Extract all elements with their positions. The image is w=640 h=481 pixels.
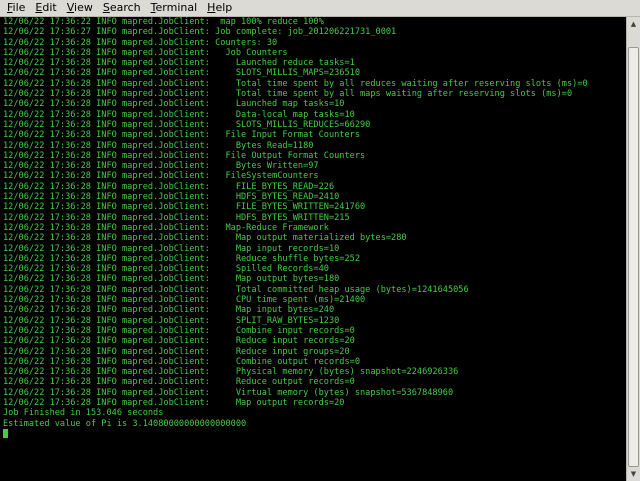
menu-file[interactable]: File — [2, 0, 30, 16]
menu-edit[interactable]: Edit — [30, 0, 61, 16]
terminal-line: 12/06/22 17:36:28 INFO mapred.JobClient:… — [3, 58, 355, 69]
terminal-window: File Edit View Search Terminal Help 12/0… — [0, 0, 640, 481]
terminal-line: 12/06/22 17:36:28 INFO mapred.JobClient:… — [3, 89, 573, 100]
terminal-line: 12/06/22 17:36:28 INFO mapred.JobClient:… — [3, 130, 360, 141]
terminal-line: 12/06/22 17:36:28 INFO mapred.JobClient:… — [3, 192, 340, 203]
menu-help[interactable]: Help — [202, 0, 237, 16]
terminal-line: 12/06/22 17:36:28 INFO mapred.JobClient:… — [3, 315, 340, 326]
scroll-down-arrow-icon[interactable]: ▼ — [627, 467, 640, 481]
vertical-scrollbar[interactable]: ▲ ▼ — [626, 17, 640, 481]
terminal-line: 12/06/22 17:36:28 INFO mapred.JobClient:… — [3, 274, 340, 285]
terminal-line: Job Finished in 153.046 seconds — [3, 408, 164, 419]
scrollbar-thumb[interactable] — [628, 47, 639, 467]
terminal-line: 12/06/22 17:36:28 INFO mapred.JobClient:… — [3, 161, 319, 172]
terminal-line: 12/06/22 17:36:28 INFO mapred.JobClient:… — [3, 367, 459, 378]
terminal-line: 12/06/22 17:36:28 INFO mapred.JobClient:… — [3, 109, 355, 120]
terminal-output[interactable]: 12/06/22 17:36:22 INFO mapred.JobClient:… — [0, 17, 626, 481]
terminal-line: 12/06/22 17:36:28 INFO mapred.JobClient:… — [3, 325, 355, 336]
terminal-line: 12/06/22 17:36:28 INFO mapred.JobClient:… — [3, 150, 366, 161]
menu-terminal[interactable]: Terminal — [146, 0, 203, 16]
terminal-line: 12/06/22 17:36:28 INFO mapred.JobClient:… — [3, 212, 350, 223]
terminal-line: Estimated value of Pi is 3.1408000000000… — [3, 418, 247, 429]
terminal-line: 12/06/22 17:36:28 INFO mapred.JobClient:… — [3, 387, 454, 398]
menu-search-mnemonic: S — [102, 1, 110, 14]
terminal-line: 12/06/22 17:36:28 INFO mapred.JobClient:… — [3, 202, 366, 213]
terminal-line: 12/06/22 17:36:28 INFO mapred.JobClient:… — [3, 305, 335, 316]
terminal-line: 12/06/22 17:36:28 INFO mapred.JobClient:… — [3, 253, 360, 264]
menu-search[interactable]: Search — [98, 0, 146, 16]
terminal-line: 12/06/22 17:36:28 INFO mapred.JobClient:… — [3, 222, 329, 233]
terminal-line: 12/06/22 17:36:28 INFO mapred.JobClient:… — [3, 78, 588, 89]
menu-view-mnemonic: V — [66, 1, 75, 14]
terminal-line: 12/06/22 17:36:28 INFO mapred.JobClient:… — [3, 243, 340, 254]
terminal-line: 12/06/22 17:36:28 INFO mapred.JobClient:… — [3, 181, 335, 192]
terminal-line: 12/06/22 17:36:28 INFO mapred.JobClient:… — [3, 119, 371, 130]
terminal-line: 12/06/22 17:36:28 INFO mapred.JobClient:… — [3, 233, 407, 244]
terminal-line: 12/06/22 17:36:28 INFO mapred.JobClient:… — [3, 377, 355, 388]
terminal-line: 12/06/22 17:36:22 INFO mapred.JobClient:… — [3, 17, 324, 27]
menu-view-label: iew — [74, 1, 93, 14]
terminal-line: 12/06/22 17:36:28 INFO mapred.JobClient:… — [3, 140, 314, 151]
menu-edit-label: dit — [42, 1, 57, 14]
menu-file-label: ile — [12, 1, 26, 14]
menubar: File Edit View Search Terminal Help — [0, 0, 640, 17]
menu-search-label: earch — [109, 1, 141, 14]
terminal-line: 12/06/22 17:36:28 INFO mapred.JobClient:… — [3, 295, 366, 306]
terminal-line: 12/06/22 17:36:28 INFO mapred.JobClient:… — [3, 284, 469, 295]
menu-help-label: elp — [215, 1, 233, 14]
scroll-up-arrow-icon[interactable]: ▲ — [627, 17, 640, 31]
terminal-line: 12/06/22 17:36:28 INFO mapred.JobClient:… — [3, 346, 350, 357]
menu-terminal-label: erminal — [155, 1, 198, 14]
terminal-line: 12/06/22 17:36:28 INFO mapred.JobClient:… — [3, 356, 360, 367]
terminal-line: 12/06/22 17:36:28 INFO mapred.JobClient:… — [3, 397, 345, 408]
terminal-line: 12/06/22 17:36:28 INFO mapred.JobClient:… — [3, 336, 355, 347]
terminal-line: 12/06/22 17:36:27 INFO mapred.JobClient:… — [3, 27, 397, 38]
prompt-line — [3, 428, 626, 439]
terminal-line: 12/06/22 17:36:28 INFO mapred.JobClient:… — [3, 264, 329, 275]
terminal-line: 12/06/22 17:36:28 INFO mapred.JobClient:… — [3, 99, 345, 110]
cursor-block-icon — [3, 428, 8, 438]
terminal-line: 12/06/22 17:36:28 INFO mapred.JobClient:… — [3, 37, 278, 48]
menu-view[interactable]: View — [62, 0, 98, 16]
terminal-line: 12/06/22 17:36:28 INFO mapred.JobClient:… — [3, 68, 360, 79]
terminal-line: 12/06/22 17:36:28 INFO mapred.JobClient:… — [3, 47, 288, 58]
terminal-line: 12/06/22 17:36:28 INFO mapred.JobClient:… — [3, 171, 319, 182]
